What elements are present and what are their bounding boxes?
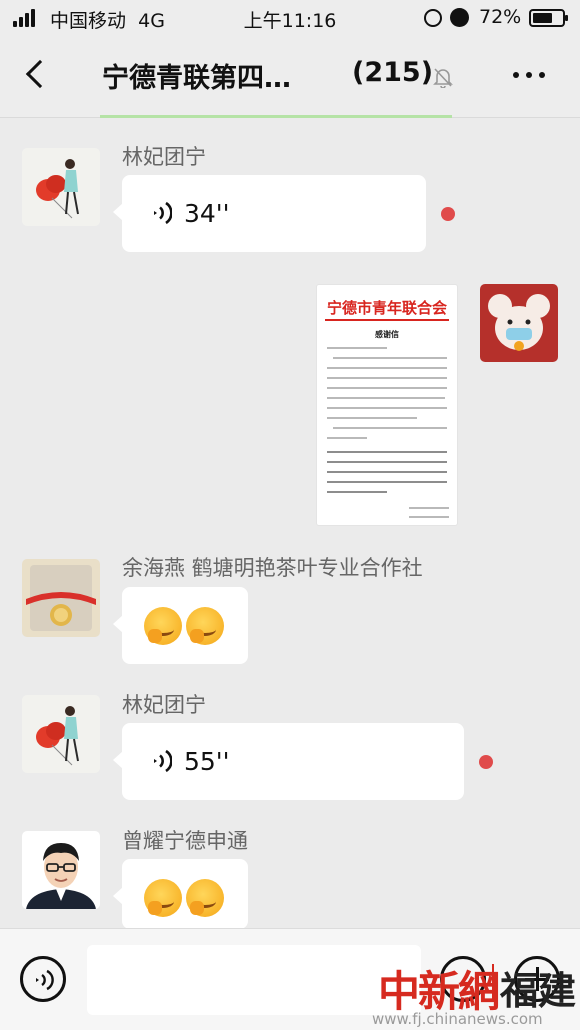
- letter-divider: [325, 319, 449, 321]
- letter-text-line: [327, 387, 447, 389]
- watermark-divider: [492, 964, 494, 1002]
- cartoon-man-avatar-icon: [26, 843, 96, 909]
- back-icon[interactable]: [25, 59, 55, 89]
- sender-name: 余海燕 鹤塘明艳茶叶专业合作社: [122, 556, 423, 580]
- sender-name: 林妃团宁: [122, 693, 206, 717]
- voice-message-bubble[interactable]: 34'': [113, 175, 426, 252]
- letter-text-line: [333, 357, 447, 359]
- letter-text-line: [327, 407, 447, 409]
- message-input[interactable]: [87, 945, 421, 1015]
- alarm-icon: [450, 8, 469, 27]
- blush-hand-emoji-icon: [186, 879, 224, 917]
- watermark-region: 福建: [500, 969, 577, 1013]
- letter-text-line: [327, 417, 417, 419]
- letter-name-line: [327, 451, 447, 453]
- battery-percent: 72%: [479, 6, 522, 28]
- voice-wave-icon: [154, 201, 172, 225]
- chat-title: 宁德青联第四…: [102, 63, 291, 94]
- avatar[interactable]: [22, 831, 100, 909]
- girl-balloon-avatar-icon: [36, 159, 79, 219]
- more-icon[interactable]: [513, 70, 547, 80]
- battery-icon: [529, 9, 568, 27]
- blush-hand-emoji-icon: [144, 607, 182, 645]
- letter-name-line: [327, 461, 447, 463]
- medal-avatar-icon: [26, 565, 96, 631]
- self-avatar[interactable]: [480, 284, 558, 362]
- image-message[interactable]: 宁德市青年联合会 感谢信: [316, 284, 458, 526]
- unread-dot: [441, 207, 455, 221]
- avatar[interactable]: [22, 148, 100, 226]
- voice-message-bubble[interactable]: 55'': [113, 723, 464, 800]
- letter-signature-line: [409, 507, 449, 509]
- voice-duration: 55'': [184, 747, 230, 776]
- rotation-lock-icon: [424, 9, 442, 27]
- mute-bell-icon: [433, 68, 453, 88]
- loading-progress-bar: [100, 115, 452, 118]
- girl-balloon-avatar-icon: [36, 706, 79, 766]
- unread-dot: [479, 755, 493, 769]
- avatar[interactable]: [22, 695, 100, 773]
- avatar[interactable]: [22, 559, 100, 637]
- voice-toggle-icon[interactable]: [20, 956, 66, 1002]
- letter-name-line: [327, 491, 387, 493]
- watermark-url: www.fj.chinanews.com: [372, 1010, 543, 1028]
- emoji-message-bubble[interactable]: [113, 859, 248, 929]
- letter-org-title: 宁德市青年联合会: [326, 299, 447, 317]
- letter-date-line: [409, 516, 449, 518]
- status-bar: 中国移动 4G 上午11:16 72%: [0, 0, 580, 36]
- mouse-mask-avatar-icon: [488, 294, 550, 351]
- blush-hand-emoji-icon: [144, 879, 182, 917]
- voice-wave-icon: [154, 749, 172, 773]
- letter-text-line: [333, 427, 447, 429]
- letter-name-line: [327, 481, 447, 483]
- emoji-message-bubble[interactable]: [113, 587, 248, 664]
- voice-duration: 34'': [184, 199, 230, 228]
- letter-text-line: [327, 367, 447, 369]
- letter-text-line: [327, 437, 367, 439]
- blush-hand-emoji-icon: [186, 607, 224, 645]
- member-count: (215): [352, 57, 434, 88]
- letter-text-line: [327, 377, 447, 379]
- sender-name: 曾耀宁德申通: [122, 829, 248, 853]
- letter-name-line: [327, 471, 447, 473]
- chat-header: 宁德青联第四… (215): [0, 36, 580, 118]
- letter-text-line: [327, 347, 387, 349]
- sender-name: 林妃团宁: [122, 145, 206, 169]
- letter-heading: 感谢信: [375, 330, 399, 339]
- letter-text-line: [327, 397, 445, 399]
